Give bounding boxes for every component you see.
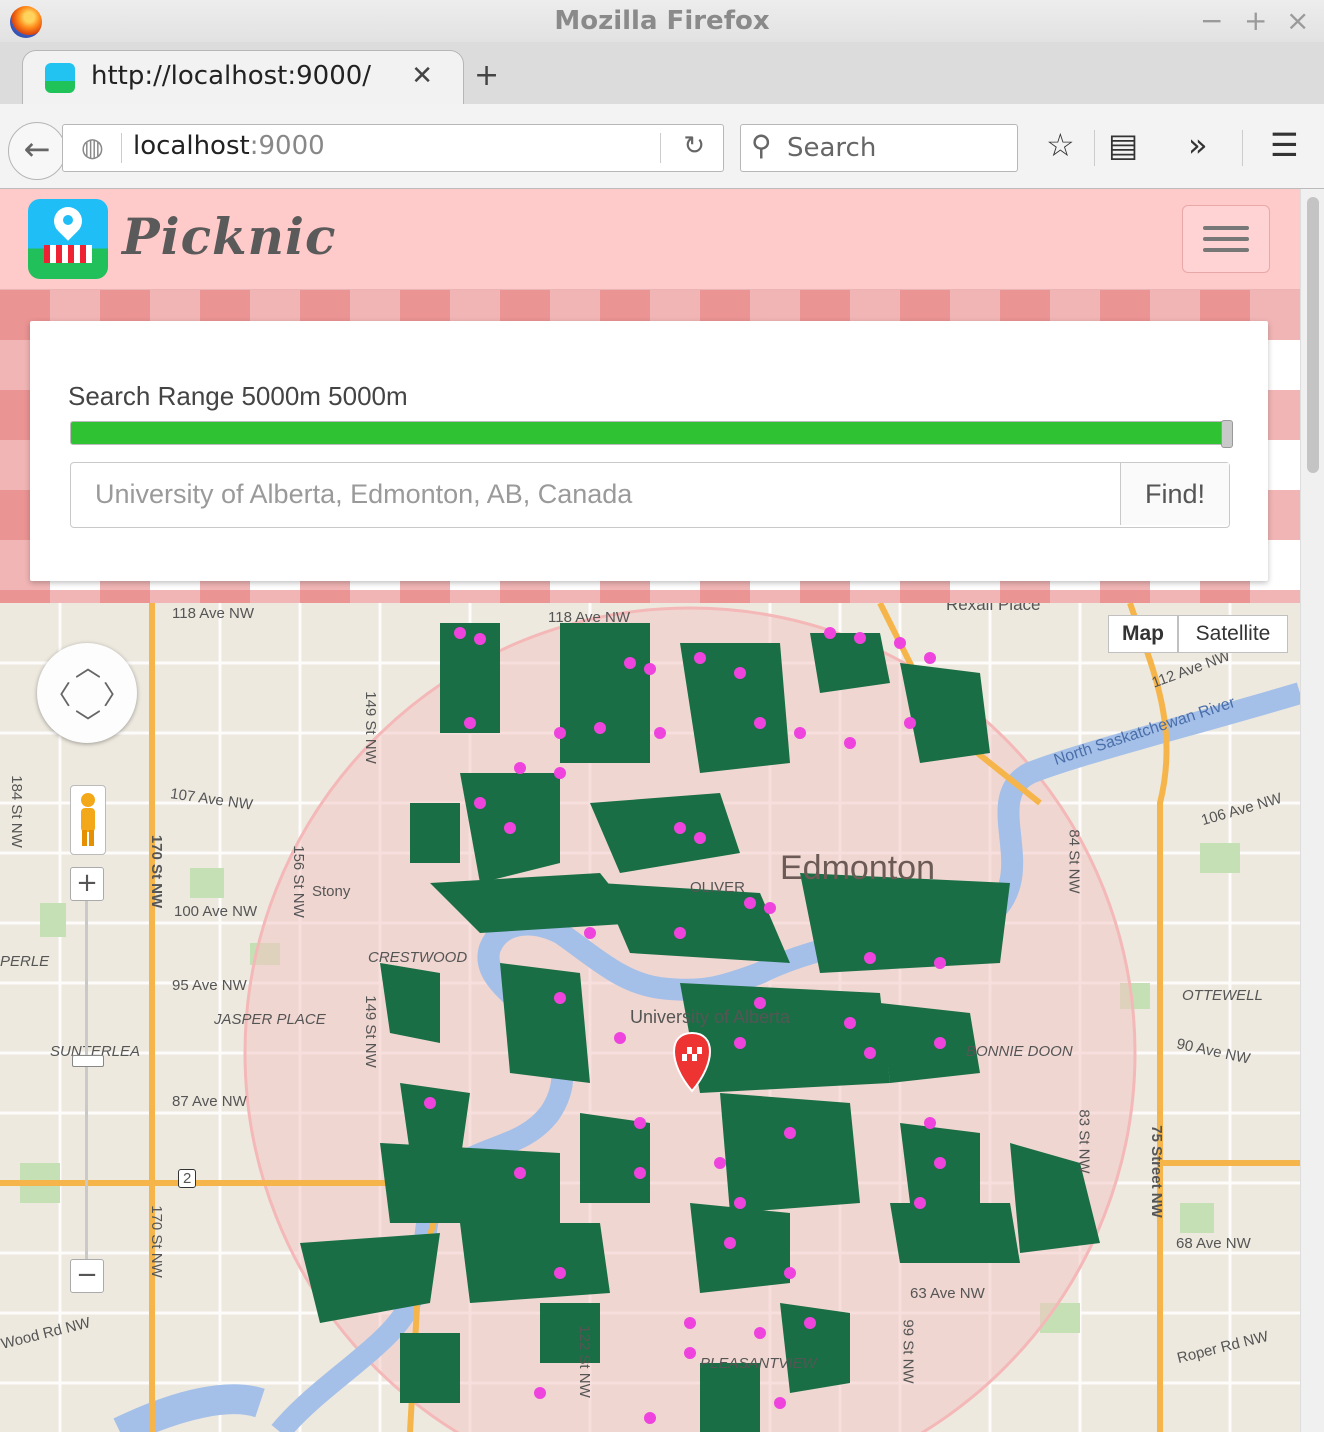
url-divider xyxy=(121,133,122,163)
map-label-75-street: 75 Street NW xyxy=(1147,1125,1165,1218)
url-host: localhost xyxy=(133,131,250,161)
window-titlebar: Mozilla Firefox − + × xyxy=(0,0,1324,42)
browser-search-input[interactable] xyxy=(785,131,1009,165)
location-input[interactable] xyxy=(71,463,1101,525)
find-button[interactable]: Find! xyxy=(1120,463,1229,525)
map-label-170-st-b: 170 St NW xyxy=(147,1205,165,1278)
reading-list-icon[interactable]: ▤ xyxy=(1108,126,1138,164)
map-label-87-ave: 87 Ave NW xyxy=(172,1093,247,1110)
zoom-track[interactable] xyxy=(85,899,88,1283)
tab-title: http://localhost:9000/ xyxy=(91,61,372,91)
minimize-icon[interactable]: − xyxy=(1200,4,1223,37)
map-label-84-st: 84 St NW xyxy=(1065,829,1083,894)
search-range-fill xyxy=(71,422,1229,444)
map-label-170-st: 170 St NW xyxy=(148,834,166,909)
url-divider-2 xyxy=(660,133,661,163)
map-label-bonnie-doon: BONNIE DOON xyxy=(966,1043,1073,1060)
navbar-toggle-button[interactable] xyxy=(1182,205,1270,273)
window-title: Mozilla Firefox xyxy=(554,6,770,36)
tab-localhost[interactable]: http://localhost:9000/ ✕ xyxy=(22,50,464,107)
overflow-chevron-icon[interactable]: » xyxy=(1188,126,1208,164)
new-tab-icon[interactable]: + xyxy=(474,58,499,93)
pan-control[interactable]: ︿ ﹀ 〈 〉 xyxy=(37,643,137,743)
close-window-icon[interactable]: × xyxy=(1286,4,1309,37)
toolbar-divider xyxy=(1094,130,1095,166)
map-label-pleasantview: PLEASANTVIEW xyxy=(700,1355,817,1372)
maximize-icon[interactable]: + xyxy=(1244,4,1267,37)
location-search-group: Find! xyxy=(70,462,1230,528)
map-label-68-ave: 68 Ave NW xyxy=(1176,1235,1251,1252)
map-label-university: University of Alberta xyxy=(630,1007,791,1027)
map-label-149-st-b: 149 St NW xyxy=(361,995,379,1068)
pan-right-icon[interactable]: 〉 xyxy=(103,675,129,712)
reload-icon[interactable]: ↻ xyxy=(683,131,705,161)
zoom-in-button[interactable]: + xyxy=(70,867,104,901)
url-bar[interactable]: ◍ localhost:9000 ↻ xyxy=(62,124,724,172)
url-port: :9000 xyxy=(249,131,325,161)
map-label-100-ave: 100 Ave NW xyxy=(174,903,258,920)
brand-name[interactable]: Picknic xyxy=(122,207,336,266)
map-label-oliver: OLIVER xyxy=(690,879,746,896)
toolbar-divider-2 xyxy=(1242,130,1243,166)
search-range-slider[interactable] xyxy=(70,420,1233,448)
map[interactable]: 118 Ave NW 118 Ave NW Rexall Place 112 A… xyxy=(0,603,1300,1432)
search-icon: ⚲ xyxy=(751,129,772,162)
map-label-156-st: 156 St NW xyxy=(289,845,307,918)
street-view-pegman-icon[interactable] xyxy=(70,785,106,855)
page-scrollbar[interactable] xyxy=(1300,189,1324,1432)
map-label-83-st: 83 St NW xyxy=(1075,1109,1093,1174)
map-label-118-ave: 118 Ave NW xyxy=(172,605,254,622)
star-icon[interactable]: ☆ xyxy=(1046,126,1075,164)
map-label-95-ave: 95 Ave NW xyxy=(172,977,247,994)
map-label-jasper-place: JASPER PLACE xyxy=(214,1011,326,1028)
pan-up-icon[interactable]: ︿ xyxy=(75,647,101,684)
map-label-crestwood: CRESTWOOD xyxy=(368,949,468,966)
picknic-logo-icon[interactable] xyxy=(28,199,108,279)
browser-search-bar[interactable]: ⚲ xyxy=(740,124,1018,172)
tab-strip: http://localhost:9000/ ✕ + xyxy=(0,42,1324,107)
search-range-thumb[interactable] xyxy=(1221,420,1233,448)
map-label-rexall: Rexall Place xyxy=(946,603,1041,614)
map-label-122-st: 122 St NW xyxy=(575,1325,593,1398)
pan-down-icon[interactable]: ﹀ xyxy=(75,703,101,740)
map-type-satellite-button[interactable]: Satellite xyxy=(1178,615,1288,653)
map-label-118-ave-b: 118 Ave NW xyxy=(548,609,630,626)
map-label-city: Edmonton xyxy=(780,849,935,887)
pan-left-icon[interactable]: 〈 xyxy=(45,675,71,712)
map-label-perle: PERLE xyxy=(0,953,50,970)
map-label-ottewell: OTTEWELL xyxy=(1182,987,1263,1004)
zoom-slider-knob[interactable] xyxy=(72,1055,104,1067)
picknic-favicon-icon xyxy=(45,63,75,93)
page-viewport: Picknic Search Range 5000m 5000m Find! xyxy=(0,189,1300,1432)
map-label-63-ave: 63 Ave NW xyxy=(910,1285,985,1302)
navigation-toolbar: ← ◍ localhost:9000 ↻ ⚲ ☆ ▤ » ☰ xyxy=(0,104,1324,189)
map-label-stony: Stony xyxy=(312,883,351,900)
url-text[interactable]: localhost:9000 xyxy=(133,131,325,161)
zoom-out-button[interactable]: − xyxy=(70,1259,104,1293)
hamburger-menu-icon[interactable]: ☰ xyxy=(1270,126,1299,164)
map-label-184-st: 184 St NW xyxy=(7,775,25,848)
map-label-hwy-2: 2 xyxy=(178,1169,197,1188)
search-panel: Search Range 5000m 5000m Find! xyxy=(30,321,1268,581)
scrollbar-thumb[interactable] xyxy=(1307,197,1319,473)
back-arrow-icon[interactable]: ← xyxy=(8,122,66,180)
globe-icon: ◍ xyxy=(81,133,104,163)
map-label-149-st: 149 St NW xyxy=(361,691,379,764)
close-tab-icon[interactable]: ✕ xyxy=(411,61,433,91)
app-header: Picknic xyxy=(0,189,1300,290)
map-type-map-button[interactable]: Map xyxy=(1108,615,1178,653)
map-label-99-st: 99 St NW xyxy=(899,1319,917,1384)
search-range-label: Search Range 5000m 5000m xyxy=(68,381,408,411)
